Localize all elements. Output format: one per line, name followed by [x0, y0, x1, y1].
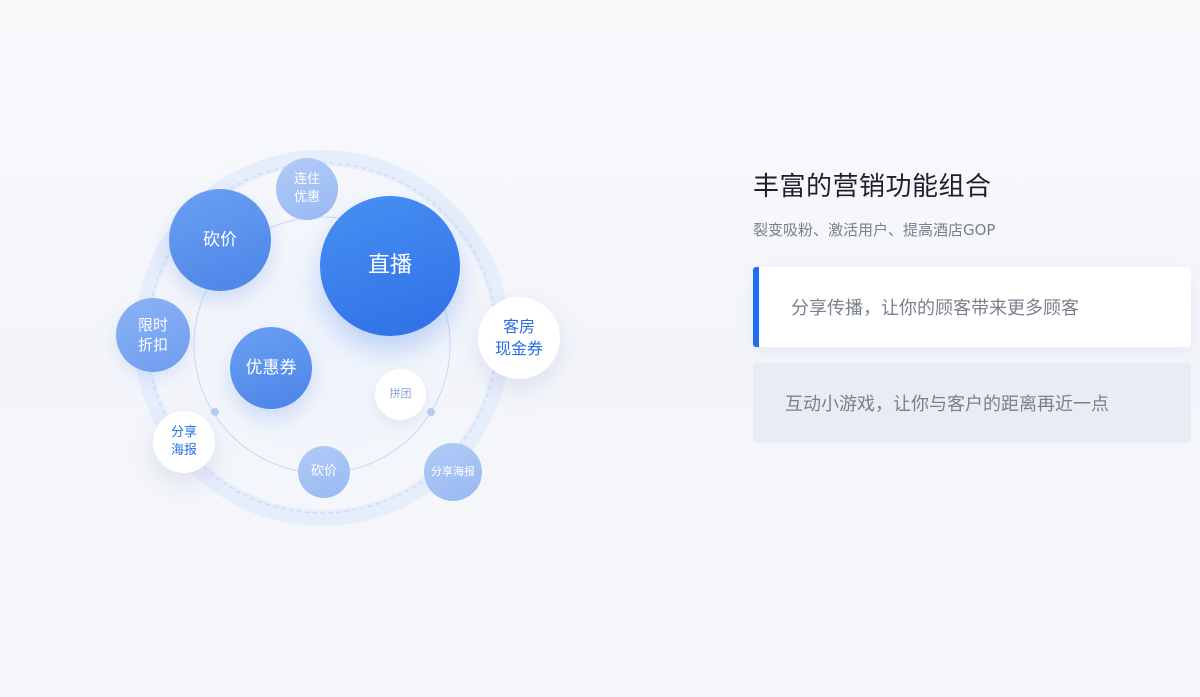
marketing-illustration: 连住 优惠 砍价 直播 限时 折扣 优惠券 客房 现金券 拼团 分享 海报 砍价 — [0, 0, 640, 697]
section-subtitle: 裂变吸粉、激活用户、提高酒店GOP — [753, 221, 996, 239]
feature-card-game[interactable]: 互动小游戏，让你与客户的距离再近一点 — [753, 363, 1191, 443]
coupon-bubble[interactable]: 优惠券 — [230, 327, 312, 409]
room-cash-coupon-bubble[interactable]: 客房 现金券 — [478, 297, 560, 379]
live-stream-bubble[interactable]: 直播 — [320, 196, 460, 336]
share-poster-small-bubble[interactable]: 分享海报 — [424, 443, 482, 501]
bargain-bubble[interactable]: 砍价 — [169, 189, 271, 291]
bargain-small-bubble[interactable]: 砍价 — [298, 446, 350, 498]
stay-discount-bubble[interactable]: 连住 优惠 — [276, 158, 338, 220]
share-poster-bubble[interactable]: 分享 海报 — [153, 411, 215, 473]
feature-card-share[interactable]: 分享传播，让你的顾客带来更多顾客 — [753, 267, 1191, 347]
orbit-dot-left — [211, 408, 219, 416]
group-buy-bubble[interactable]: 拼团 — [375, 369, 426, 420]
limited-discount-bubble[interactable]: 限时 折扣 — [116, 298, 190, 372]
feature-card-label: 互动小游戏，让你与客户的距离再近一点 — [785, 394, 1109, 415]
feature-card-label: 分享传播，让你的顾客带来更多顾客 — [791, 298, 1079, 319]
section-title: 丰富的营销功能组合 — [753, 172, 992, 202]
orbit-dot-right — [427, 408, 435, 416]
